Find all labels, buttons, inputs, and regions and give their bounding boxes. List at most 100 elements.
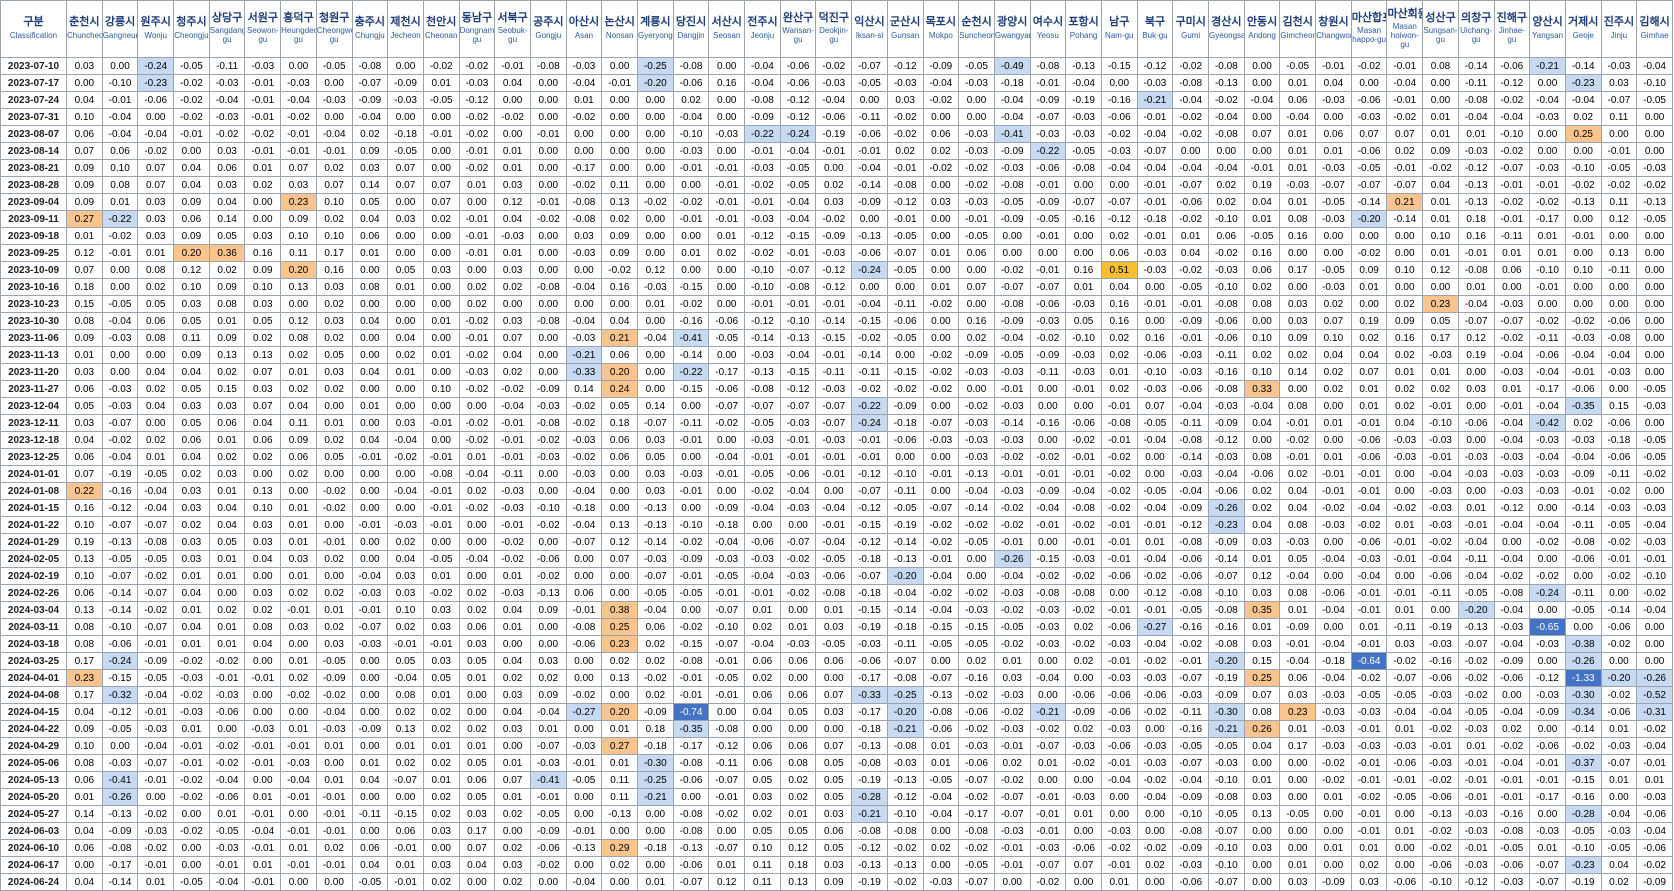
table-cell: 0.00 xyxy=(922,482,960,500)
table-cell: -0.23 xyxy=(1564,856,1602,874)
table-cell: -0.01 xyxy=(1350,414,1388,432)
table-cell: -0.11 xyxy=(1564,584,1602,602)
table-cell: -0.18 xyxy=(886,618,924,636)
table-cell: -0.03 xyxy=(565,737,603,755)
table-cell: -0.05 xyxy=(708,329,746,347)
table-cell: -0.05 xyxy=(744,414,781,432)
table-cell: 0.06 xyxy=(66,584,103,602)
table-cell: -0.07 xyxy=(993,278,1031,296)
table-cell: -0.18 xyxy=(637,839,674,857)
table-cell: -0.01 xyxy=(1457,839,1495,857)
table-cell: -0.01 xyxy=(101,91,139,109)
table-cell: -0.01 xyxy=(815,142,853,160)
table-cell: -0.05 xyxy=(1636,431,1673,449)
table-cell: -0.12 xyxy=(1208,431,1245,449)
table-cell: -0.01 xyxy=(137,856,175,874)
table-cell: -0.02 xyxy=(922,295,960,313)
table-cell: -0.03 xyxy=(1600,822,1638,840)
table-cell: 0.00 xyxy=(1136,822,1174,840)
table-cell: 0.02 xyxy=(422,720,460,738)
table-cell: -0.02 xyxy=(1208,91,1245,109)
table-cell: -0.02 xyxy=(1350,669,1388,687)
table-cell: -0.07 xyxy=(672,873,710,891)
table-cell: -0.08 xyxy=(1065,584,1102,602)
table-cell: -0.41 xyxy=(529,771,567,789)
table-cell: -0.04 xyxy=(1493,635,1531,653)
table-cell: 0.09 xyxy=(529,601,567,619)
table-cell: 0.00 xyxy=(529,91,567,109)
table-cell: -0.01 xyxy=(1493,210,1531,228)
table-cell: 0.03 xyxy=(1279,686,1317,704)
table-cell: -0.19 xyxy=(1065,91,1102,109)
table-cell: 0.03 xyxy=(66,363,103,381)
table-cell: -0.01 xyxy=(280,142,317,160)
table-cell: 0.10 xyxy=(1422,227,1459,245)
region-header: 흥덕구Heungdeok-gu xyxy=(280,0,317,58)
table-cell: 0.00 xyxy=(494,822,531,840)
table-cell: -0.02 xyxy=(458,312,496,330)
table-cell: 0.09 xyxy=(208,278,246,296)
table-cell: 0.03 xyxy=(422,261,460,279)
table-cell: -0.03 xyxy=(387,516,424,534)
table-cell: -0.01 xyxy=(208,669,246,687)
table-cell: -0.08 xyxy=(672,822,710,840)
table-cell: -0.13 xyxy=(637,516,674,534)
table-cell: -0.04 xyxy=(1457,567,1495,585)
table-cell: 0.00 xyxy=(280,873,317,891)
table-cell: 0.07 xyxy=(1350,363,1388,381)
table-cell: -0.08 xyxy=(1208,601,1245,619)
table-cell: -0.01 xyxy=(351,448,389,466)
table-cell: -0.09 xyxy=(101,822,139,840)
week-date: 2023-12-04 xyxy=(0,397,67,415)
week-date: 2024-06-17 xyxy=(0,856,67,874)
table-cell: -0.03 xyxy=(1315,159,1352,177)
table-cell: -0.05 xyxy=(137,465,175,483)
table-cell: -0.13 xyxy=(851,856,888,874)
table-cell: -0.03 xyxy=(1422,516,1459,534)
table-cell: 0.04 xyxy=(173,618,210,636)
table-cell: 0.08 xyxy=(1279,516,1317,534)
table-row: 2023-10-09 0.07 0.00 0.08 0.12 0.02 0.09 0.20 0.… xyxy=(0,261,1673,279)
table-cell: 0.00 xyxy=(708,295,746,313)
table-cell: -0.03 xyxy=(993,720,1031,738)
table-cell: 0.10 xyxy=(744,839,781,857)
table-cell: -0.01 xyxy=(672,210,710,228)
table-cell: 0.00 xyxy=(1457,482,1495,500)
table-cell: -0.04 xyxy=(208,771,246,789)
table-cell: -0.05 xyxy=(1457,703,1495,721)
table-cell: -0.04 xyxy=(244,822,282,840)
table-cell: 0.04 xyxy=(458,856,496,874)
table-cell: 0.00 xyxy=(387,397,424,415)
table-cell: -0.02 xyxy=(1172,210,1209,228)
table-cell: -0.02 xyxy=(779,584,817,602)
table-row: 2024-05-20 0.01 -0.26 0.00 -0.02 -0.06 0.01 -0.… xyxy=(0,788,1673,806)
table-cell: -0.02 xyxy=(993,448,1031,466)
table-cell: 0.09 xyxy=(529,686,567,704)
table-cell: -0.06 xyxy=(1100,703,1138,721)
table-cell: -0.01 xyxy=(1136,193,1174,211)
table-cell: -0.05 xyxy=(958,227,995,245)
table-cell: 0.02 xyxy=(280,465,317,483)
table-cell: 0.00 xyxy=(958,380,995,398)
table-cell: -0.12 xyxy=(815,261,853,279)
table-cell: -0.04 xyxy=(779,142,817,160)
table-cell: 0.00 xyxy=(529,329,567,347)
table-cell: -0.08 xyxy=(672,652,710,670)
table-cell: -0.04 xyxy=(815,533,853,551)
table-cell: -0.02 xyxy=(315,482,353,500)
week-date: 2024-01-29 xyxy=(0,533,67,551)
week-date: 2024-06-24 xyxy=(0,873,67,891)
table-cell: -0.02 xyxy=(922,159,960,177)
table-cell: -0.07 xyxy=(851,567,888,585)
table-cell: -0.04 xyxy=(744,567,781,585)
table-cell: -0.07 xyxy=(993,805,1031,823)
table-cell: 0.07 xyxy=(137,176,175,194)
table-cell: -0.26 xyxy=(1636,669,1673,687)
table-cell: -0.03 xyxy=(958,142,995,160)
table-cell: 0.00 xyxy=(529,176,567,194)
table-cell: 0.00 xyxy=(922,822,960,840)
table-row: 2023-09-25 0.12 -0.01 0.01 0.20 0.36 0.16 0.11 0… xyxy=(0,244,1673,262)
table-cell: 0.14 xyxy=(351,176,389,194)
table-cell: -0.23 xyxy=(1208,516,1245,534)
table-cell: -0.03 xyxy=(993,686,1031,704)
